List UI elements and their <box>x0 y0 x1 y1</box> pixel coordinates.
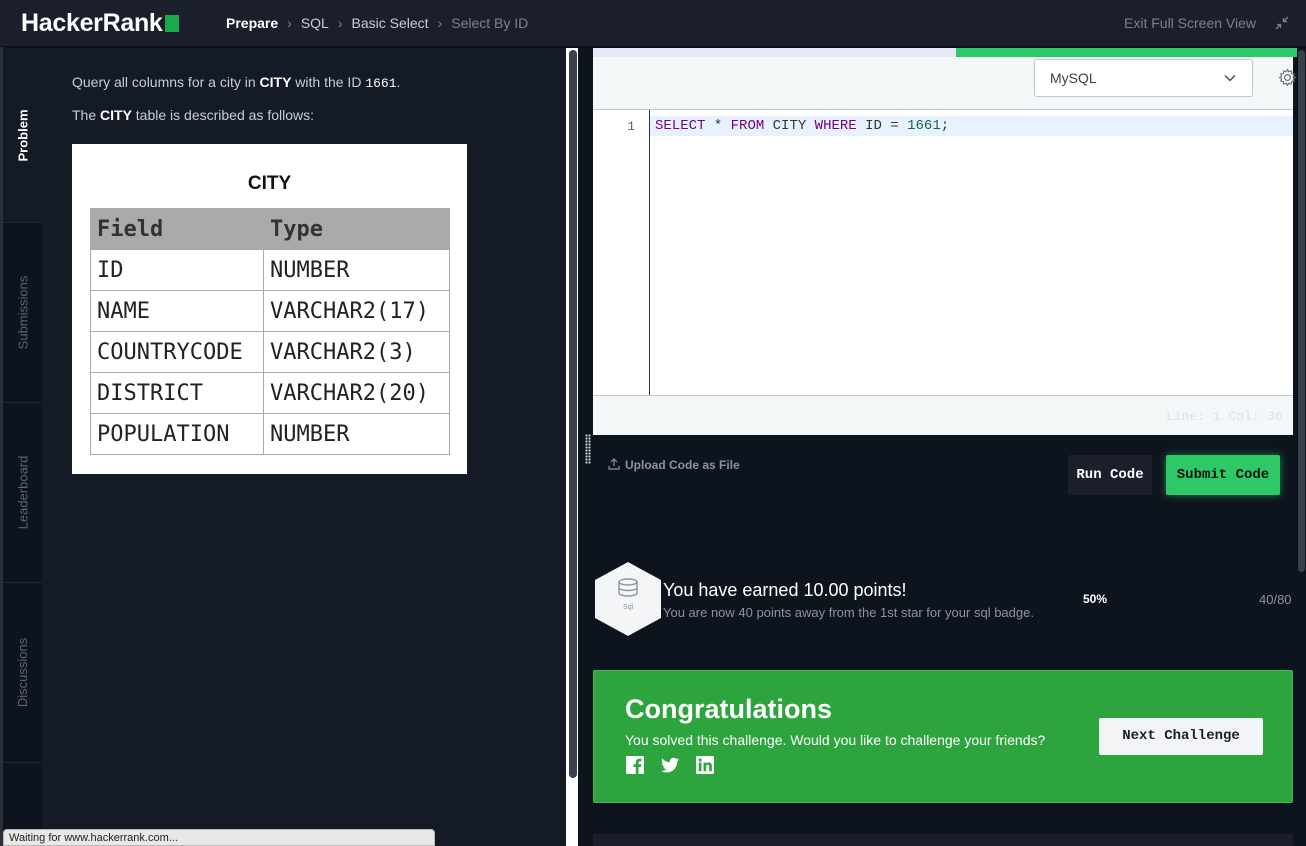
language-select-value: MySQL <box>1050 70 1097 86</box>
next-challenge-button[interactable]: Next Challenge <box>1099 718 1263 755</box>
toolbar-green-strip <box>956 48 1305 57</box>
submit-code-button[interactable]: Submit Code <box>1166 455 1280 495</box>
sql-badge-icon: Sql <box>595 562 661 636</box>
tab-discussions[interactable]: Discussions <box>3 583 42 763</box>
cursor-position: Line: 1 Col: 36 <box>1165 409 1283 424</box>
table-cell: DISTRICT <box>90 372 264 414</box>
code-editor[interactable]: 1 SELECT * FROM CITY WHERE ID = 1661; <box>593 109 1293 396</box>
breadcrumb-prepare[interactable]: Prepare <box>226 15 278 31</box>
city-table-image: CITY Field Type ID NUMBER NAME VARCHAR2(17… <box>72 144 467 474</box>
hackerrank-logo[interactable]: HackerRank <box>21 9 179 38</box>
tab-problem[interactable]: Problem <box>3 48 42 223</box>
breadcrumb-sql[interactable]: SQL <box>301 15 329 31</box>
table-cell: VARCHAR2(20) <box>263 372 450 414</box>
table-cell: NUMBER <box>263 413 450 455</box>
line-number: 1 <box>627 119 635 134</box>
linkedin-icon[interactable] <box>695 755 715 775</box>
table-cell: NAME <box>90 290 264 332</box>
editor-panel: MySQL 1 SELECT * FROM CITY WHERE ID = 16… <box>581 48 1306 846</box>
badge-label: Sql <box>623 604 634 611</box>
table-cell: VARCHAR2(17) <box>263 290 450 332</box>
table-cell: VARCHAR2(3) <box>263 331 450 373</box>
top-navbar: HackerRank Prepare › SQL › Basic Select › Sele… <box>0 0 1306 47</box>
table-cell: NUMBER <box>263 249 450 291</box>
collapse-icon[interactable] <box>1274 15 1290 31</box>
tab-leaderboard-label: Leaderboard <box>15 455 31 530</box>
congratulations-banner: Congratulations You solved this challeng… <box>593 670 1293 803</box>
table-cell: COUNTRYCODE <box>90 331 264 373</box>
browser-status-bar: Waiting for www.hackerrank.com... <box>3 829 435 846</box>
chevron-right-icon: › <box>437 15 443 31</box>
breadcrumb-basic-select[interactable]: Basic Select <box>352 15 429 31</box>
table-title: CITY <box>247 173 292 194</box>
problem-panel: Query all columns for a city in CITY wit… <box>42 48 566 846</box>
points-subtitle: You are now 40 points away from the 1st … <box>663 605 1034 620</box>
tab-problem-label: Problem <box>15 108 31 162</box>
chevron-down-icon <box>1224 75 1236 82</box>
congrats-subtitle: You solved this challenge. Would you lik… <box>625 732 1046 748</box>
run-code-button[interactable]: Run Code <box>1068 455 1152 495</box>
chevron-right-icon: › <box>287 15 292 31</box>
table-description: The CITY table is described as follows: <box>72 107 314 123</box>
table-row: COUNTRYCODE VARCHAR2(3) <box>90 331 450 373</box>
twitter-icon[interactable] <box>660 755 680 775</box>
table-row: DISTRICT VARCHAR2(20) <box>90 372 450 414</box>
gear-icon[interactable] <box>1278 68 1297 87</box>
logo-square-icon <box>164 15 179 32</box>
breadcrumb: Prepare › SQL › Basic Select › Select By ID <box>226 15 528 31</box>
resize-handle[interactable] <box>585 434 591 464</box>
header-type: Type <box>263 208 450 250</box>
language-select[interactable]: MySQL <box>1034 59 1253 97</box>
points-title: You have earned 10.00 points! <box>663 580 907 600</box>
facebook-icon[interactable] <box>625 755 645 775</box>
tab-discussions-label: Discussions <box>15 637 31 708</box>
tab-leaderboard[interactable]: Leaderboard <box>3 403 42 583</box>
tab-submissions[interactable]: Submissions <box>3 223 42 403</box>
problem-statement: Query all columns for a city in CITY wit… <box>72 74 401 91</box>
table-header-row: Field Type <box>90 208 450 250</box>
editor-toolbar: MySQL <box>593 48 1305 109</box>
next-section-strip <box>593 834 1293 846</box>
problem-scrollbar[interactable] <box>569 50 577 778</box>
editor-status-bar: Line: 1 Col: 36 <box>593 395 1293 435</box>
chevron-right-icon: › <box>337 15 343 31</box>
breadcrumb-current: Select By ID <box>451 15 529 31</box>
upload-icon <box>608 458 620 470</box>
side-tab-rail: Problem Submissions Leaderboard Discussi… <box>3 48 42 846</box>
tab-submissions-label: Submissions <box>15 275 31 350</box>
table-cell: ID <box>90 249 264 291</box>
line-gutter: 1 <box>593 110 650 396</box>
congrats-title: Congratulations <box>625 694 832 724</box>
page-scrollbar[interactable] <box>1298 50 1305 572</box>
table-row: NAME VARCHAR2(17) <box>90 290 450 332</box>
upload-code-link[interactable]: Upload Code as File <box>608 458 740 472</box>
table-row: ID NUMBER <box>90 249 450 291</box>
badge-progress-percent: 50% <box>1083 592 1108 606</box>
table-row: POPULATION NUMBER <box>90 413 450 455</box>
toolbar-strip <box>593 48 956 57</box>
city-schema-table: Field Type ID NUMBER NAME VARCHAR2(17) COU… <box>90 208 450 455</box>
header-field: Field <box>90 208 264 250</box>
exit-fullscreen-link[interactable]: Exit Full Screen View <box>1124 15 1256 31</box>
code-line[interactable]: SELECT * FROM CITY WHERE ID = 1661; <box>650 116 1293 136</box>
table-cell: POPULATION <box>90 413 264 455</box>
badge-progress-ratio: 40/80 <box>1259 592 1292 607</box>
